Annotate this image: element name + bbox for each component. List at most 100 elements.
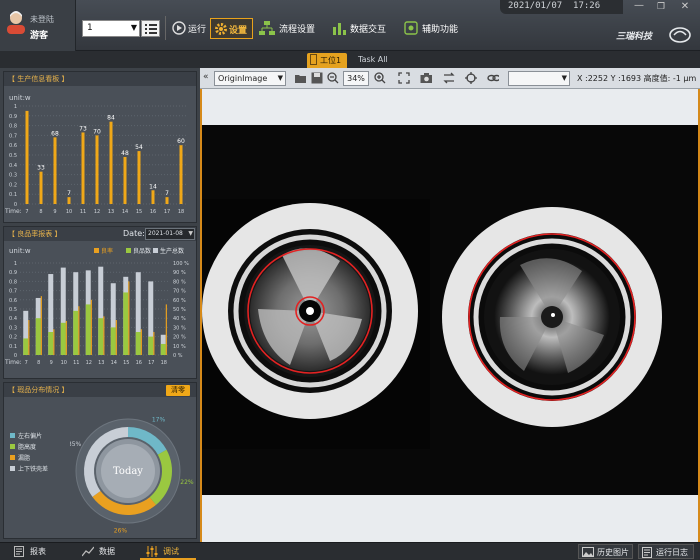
tab-label: 调试 [163, 547, 179, 556]
link-icon[interactable] [487, 72, 499, 84]
data-label: 70 [93, 128, 101, 135]
list-button[interactable] [141, 20, 160, 37]
bar-good [35, 318, 41, 355]
x-tick-label: 8 [37, 360, 40, 366]
bar-good [73, 310, 79, 355]
bar-good [60, 322, 66, 355]
close-icon[interactable]: ✕ [676, 1, 694, 13]
bar-good [110, 327, 116, 355]
y2-tick-label: 40 % [173, 316, 186, 322]
bar-rate [140, 329, 142, 355]
bar [151, 190, 155, 204]
legend-swatch [10, 466, 15, 471]
log-icon [642, 547, 652, 558]
image-canvas[interactable] [200, 89, 700, 542]
flow-settings-button[interactable]: 流程设置 [257, 18, 321, 39]
x-tick-label: 12 [94, 209, 100, 215]
zoom-level[interactable]: 34% [343, 71, 369, 86]
bar-chart-icon [333, 23, 346, 35]
x-tick-label: 18 [178, 209, 184, 215]
x-tick-label: 9 [53, 209, 56, 215]
defect-donut-chart: 17% 22% 26% 35% Today [70, 416, 194, 535]
tab-data[interactable]: 数据 [76, 543, 132, 560]
yield-bar-chart: 1 100 %0.9 90 %0.8 80 %0.7 70 %0.6 60 %0.5 50 … [4, 261, 189, 366]
data-exchange-button[interactable]: 数据交互 [330, 18, 392, 39]
image-source-value: OriginImage [218, 74, 268, 83]
inspection-image[interactable] [202, 89, 698, 542]
tab-debug[interactable]: 调试 [140, 543, 196, 560]
run-log-button[interactable]: 运行日志 [638, 544, 694, 559]
x-tick-label: 7 [25, 360, 28, 366]
user-avatar-icon [7, 11, 25, 34]
folder-open-icon[interactable] [295, 72, 307, 84]
restore-icon[interactable]: ❐ [652, 1, 670, 13]
save-icon[interactable] [311, 72, 323, 84]
bar [95, 135, 99, 204]
bar-rate [65, 320, 67, 355]
station-select[interactable]: 1 ▼ [82, 20, 140, 37]
y-tick-label: 0.9 [9, 270, 17, 276]
x-tick-label: 7 [25, 209, 28, 215]
data-label: 60 [177, 138, 185, 145]
bar [165, 197, 169, 204]
tab-label: 报表 [30, 547, 46, 556]
legend-swatch [94, 248, 99, 253]
y-tick-label: 0.1 [9, 344, 17, 350]
overlay-select[interactable]: ▼ [508, 71, 570, 86]
fit-window-icon[interactable] [398, 72, 410, 84]
bar-rate [28, 320, 30, 355]
chevron-down-icon: ▼ [277, 74, 283, 82]
chevron-down-icon: ▼ [130, 23, 137, 32]
y2-tick-label: 30 % [173, 325, 186, 331]
date-picker[interactable]: 2021-01-08 ▼ [145, 228, 195, 240]
zoom-in-icon[interactable] [374, 72, 386, 84]
x-tick-label: 10 [61, 360, 67, 366]
production-bar-chart: 10.90.80.70.60.50.40.30.20.1073386897107… [4, 104, 188, 215]
production-panel: 【 生产信息看板 】 unit:w 1 0.9 0.8 0.7 0.6 0.5 0.4 0.3… [3, 71, 197, 223]
zoom-out-icon[interactable] [327, 72, 339, 84]
brand-mark-icon [669, 27, 691, 43]
data-label: 48 [121, 150, 129, 157]
tab-task-all[interactable]: Task All [354, 53, 396, 68]
bar-rate [53, 329, 55, 355]
y2-tick-label: 60 % [173, 298, 186, 304]
bearing-right [442, 207, 662, 427]
bar-good [123, 292, 129, 355]
data-label: 68 [51, 130, 59, 137]
legend-swatch [126, 248, 131, 253]
chevron-down-icon: ▼ [561, 74, 567, 82]
y-tick-label: 0.3 [9, 173, 17, 179]
y2-tick-label: 20 % [173, 335, 186, 341]
x-tick-label: 13 [98, 360, 104, 366]
user-panel[interactable]: 未登陆 游客 [0, 0, 76, 51]
history-images-button[interactable]: 历史图片 [578, 544, 633, 559]
collapse-left-icon[interactable]: « [203, 72, 209, 82]
image-viewer: « OriginImage ▼ 34% ▼ X :2252 Y :1693 高度… [200, 68, 700, 542]
swap-icon[interactable] [443, 72, 455, 84]
bar [137, 151, 141, 204]
settings-button[interactable]: 设置 [210, 18, 253, 39]
button-label: 运行日志 [656, 548, 688, 557]
aux-functions-button[interactable]: 辅助功能 [402, 18, 462, 39]
tab-station-1[interactable]: 工位1 [307, 53, 347, 68]
x-tick-label: 16 [136, 360, 142, 366]
run-button[interactable]: 运行 [170, 18, 210, 39]
tab-report[interactable]: 报表 [8, 543, 64, 560]
bar-rate [78, 306, 80, 355]
bar [123, 156, 127, 204]
data-label: 7 [67, 190, 71, 197]
slice-label: 26% [114, 528, 128, 535]
minimize-icon[interactable]: — [630, 1, 648, 13]
plugin-icon [404, 21, 418, 35]
x-tick-label: 12 [86, 360, 92, 366]
bar [81, 132, 85, 204]
image-source-select[interactable]: OriginImage ▼ [214, 71, 286, 86]
data-label: 73 [79, 125, 87, 132]
panel-title: 【 生产信息看板 】 [4, 72, 196, 86]
time-label: Time: [4, 208, 22, 215]
camera-icon[interactable] [420, 72, 432, 84]
clear-button[interactable]: 清零 [166, 385, 190, 396]
bar-good [135, 332, 141, 355]
bar-rate [40, 296, 42, 355]
crosshair-icon[interactable] [465, 72, 477, 84]
